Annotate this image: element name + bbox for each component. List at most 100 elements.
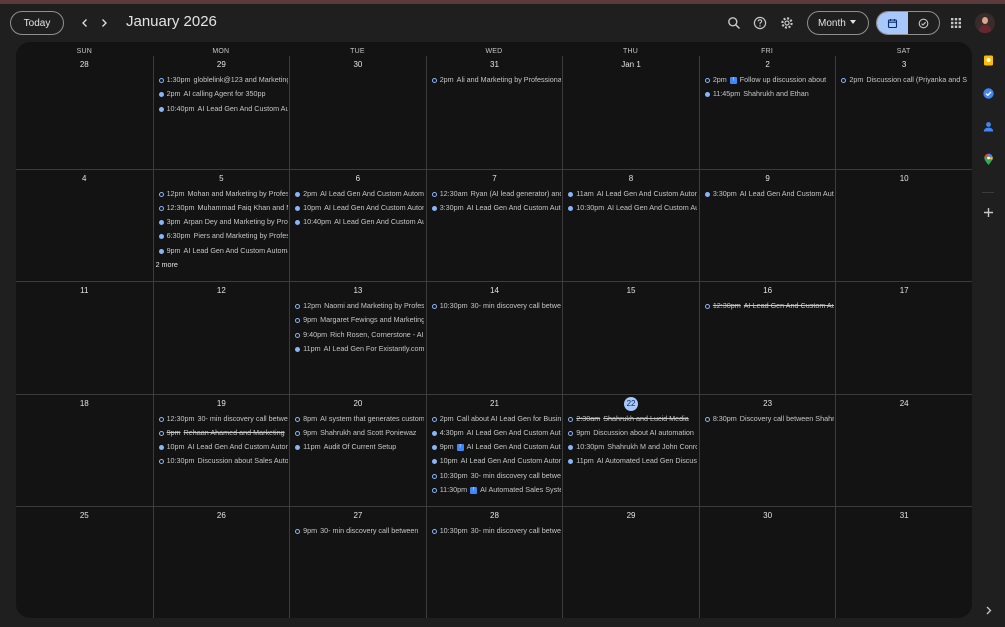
calendar-event[interactable]: 9pm!AI Lead Gen And Custom Automation [429, 440, 561, 454]
day-cell[interactable]: 4 [16, 170, 153, 282]
date-number[interactable]: 20 [290, 398, 426, 410]
next-month-button[interactable] [95, 14, 113, 32]
date-number[interactable]: 27 [290, 510, 426, 522]
get-addons-button[interactable] [980, 204, 996, 220]
calendar-event[interactable]: 9:40pm Rich Rosen, Cornerstone - AI [292, 328, 424, 342]
calendar-event[interactable]: 2pm! Follow up discussion about [702, 73, 834, 87]
date-number[interactable]: 10 [836, 173, 972, 185]
calendar-event[interactable]: 10:30pm 30- min discovery call between [429, 299, 561, 313]
apps-button[interactable] [947, 14, 965, 32]
help-button[interactable] [751, 14, 769, 32]
calendar-event[interactable]: 9pm Rehaan Ahamed and Marketing [156, 426, 288, 440]
calendar-event[interactable]: 8pm AI system that generates custom [292, 412, 424, 426]
date-number[interactable]: 9 [700, 173, 836, 185]
day-cell[interactable]: 13 12pmNaomi and Marketing by Professiona… [289, 282, 426, 394]
day-cell[interactable]: 3 2pm Discussion call (Priyanka and S [835, 56, 972, 169]
day-cell[interactable]: 24 [835, 394, 972, 506]
calendar-event[interactable]: 11pm Audit Of Current Setup [292, 440, 424, 454]
day-cell[interactable]: 26 [152, 507, 290, 618]
calendar-view-button[interactable] [877, 12, 908, 34]
day-cell[interactable]: 10 [835, 169, 972, 281]
view-switcher[interactable]: Month [807, 11, 869, 35]
day-cell[interactable]: 31 [835, 507, 972, 618]
day-cell[interactable]: 2 2pm! Follow up discussion about 11:45pm Sh… [698, 56, 836, 169]
calendar-event[interactable]: 3:30pmAI Lead Gen And Custom Automation [702, 187, 834, 201]
calendar-event[interactable]: 9pm Discussion about AI automation [565, 426, 697, 440]
date-number[interactable]: 31 [427, 59, 563, 71]
maps-button[interactable] [980, 151, 996, 167]
date-number[interactable]: 31 [836, 510, 972, 522]
day-cell[interactable]: 25 [16, 507, 153, 618]
day-cell[interactable]: 31 2pm Ali and Marketing by Professional [425, 56, 563, 169]
date-number[interactable]: Jan 1 [563, 59, 699, 71]
day-cell[interactable]: 8 11amAI Lead Gen And Custom Automation10… [562, 169, 699, 281]
date-number[interactable]: 7 [427, 173, 563, 185]
calendar-event[interactable]: 2pm Ali and Marketing by Professional [429, 73, 561, 87]
day-cell[interactable]: 23 8:30pmDiscovery call between Shahrukh [698, 394, 836, 506]
calendar-event[interactable]: 10pmAI Lead Gen And Custom Automation [156, 440, 288, 454]
calendar-event[interactable]: 8:30pmDiscovery call between Shahrukh [702, 412, 834, 426]
date-number[interactable]: 25 [16, 510, 153, 522]
calendar-event[interactable]: 12:30pm 30- min discovery call between [156, 412, 288, 426]
day-cell[interactable]: 12 [152, 282, 290, 394]
date-number[interactable]: 11 [16, 285, 153, 297]
calendar-event[interactable]: 1:30pm globlelink@123 and Marketing [156, 73, 288, 87]
calendar-event[interactable]: 9pmAI Lead Gen And Custom Automation [156, 244, 288, 258]
date-number[interactable]: 19 [154, 398, 290, 410]
day-cell[interactable]: 19 12:30pm 30- min discovery call between 9… [152, 394, 290, 506]
calendar-event[interactable]: 10:30pm Shahrukh M and John Conroy [565, 440, 697, 454]
date-number[interactable]: 28 [427, 510, 563, 522]
date-number[interactable]: 30 [700, 510, 836, 522]
date-number[interactable]: 21 [427, 398, 563, 410]
calendar-event[interactable]: 2pm AI calling Agent for 350pp [156, 87, 288, 101]
date-number[interactable]: 2 [700, 59, 836, 71]
calendar-event[interactable]: 2pm Discussion call (Priyanka and S [838, 73, 972, 87]
day-cell[interactable]: 21 2pmCall about AI Lead Gen for Business… [425, 394, 563, 506]
day-cell[interactable]: 30 [698, 507, 836, 618]
calendar-event[interactable]: 11pm AI Lead Gen For Existantly.com [292, 342, 424, 356]
date-number[interactable]: 30 [290, 59, 426, 71]
date-number[interactable]: 29 [154, 59, 290, 71]
calendar-event[interactable]: 11:45pm Shahrukh and Ethan [702, 87, 834, 101]
date-number[interactable]: 3 [836, 59, 972, 71]
calendar-event[interactable]: 9pm Margaret Fewings and Marketing [292, 313, 424, 327]
calendar-event[interactable]: 12pmMohan and Marketing by Professional [156, 187, 288, 201]
calendar-event[interactable]: 10:30pmDiscussion about Sales Automation [156, 454, 288, 468]
calendar-event[interactable]: 3pmArpan Dey and Marketing by Profession… [156, 215, 288, 229]
calendar-event[interactable]: 3:30pmAI Lead Gen And Custom Automation [429, 201, 561, 215]
calendar-event[interactable]: 12:30pmMuhammad Faiq Khan and Marketing [156, 201, 288, 215]
keep-button[interactable] [980, 52, 996, 68]
search-button[interactable] [725, 14, 743, 32]
previous-month-button[interactable] [76, 14, 94, 32]
day-cell[interactable]: 30 [289, 56, 426, 169]
calendar-event[interactable]: 2:30am Shahrukh and Lucid Media [565, 412, 697, 426]
tasks-view-button[interactable] [908, 12, 939, 34]
day-cell[interactable]: 20 8pm AI system that generates custom 9pm S… [289, 394, 426, 506]
day-cell[interactable]: Jan 1 [562, 56, 699, 169]
day-cell[interactable]: 62pmAI Lead Gen And Custom Automation10p… [289, 169, 426, 281]
date-number[interactable]: 15 [563, 285, 699, 297]
today-button[interactable]: Today [10, 11, 64, 35]
calendar-event[interactable]: 6:30pmPiers and Marketing by Professiona… [156, 229, 288, 243]
day-cell[interactable]: 11 [16, 282, 153, 394]
calendar-event[interactable]: 10pmAI Lead Gen And Custom Automation [292, 201, 424, 215]
calendar-event[interactable]: 10:30pmAI Lead Gen And Custom Automation [565, 201, 697, 215]
calendar-event[interactable]: 12pmNaomi and Marketing by Professional [292, 299, 424, 313]
calendar-event[interactable]: 2pmCall about AI Lead Gen for Business [429, 412, 561, 426]
calendar-event[interactable]: 10pmAI Lead Gen And Custom Automation [429, 454, 561, 468]
calendar-event[interactable]: 2pmAI Lead Gen And Custom Automation [292, 187, 424, 201]
date-number[interactable]: 14 [427, 285, 563, 297]
day-cell[interactable]: 29 [562, 507, 699, 618]
day-cell[interactable]: 15 [562, 282, 699, 394]
date-number[interactable]: 12 [154, 285, 290, 297]
calendar-event[interactable]: 11amAI Lead Gen And Custom Automation [565, 187, 697, 201]
calendar-event[interactable]: 10:40pmAI Lead Gen And Custom Automation [156, 102, 288, 116]
day-cell[interactable]: 18 [16, 395, 153, 507]
more-events-link[interactable]: 2 more [156, 258, 290, 272]
date-number[interactable]: 28 [16, 59, 153, 71]
calendar-event[interactable]: 10:30pm 30- min discovery call between [429, 524, 561, 538]
date-number[interactable]: 8 [563, 173, 699, 185]
date-number[interactable]: 23 [700, 398, 836, 410]
settings-button[interactable] [778, 14, 796, 32]
day-cell[interactable]: 16 12:30pmAI Lead Gen And Custom Automati… [698, 282, 836, 394]
